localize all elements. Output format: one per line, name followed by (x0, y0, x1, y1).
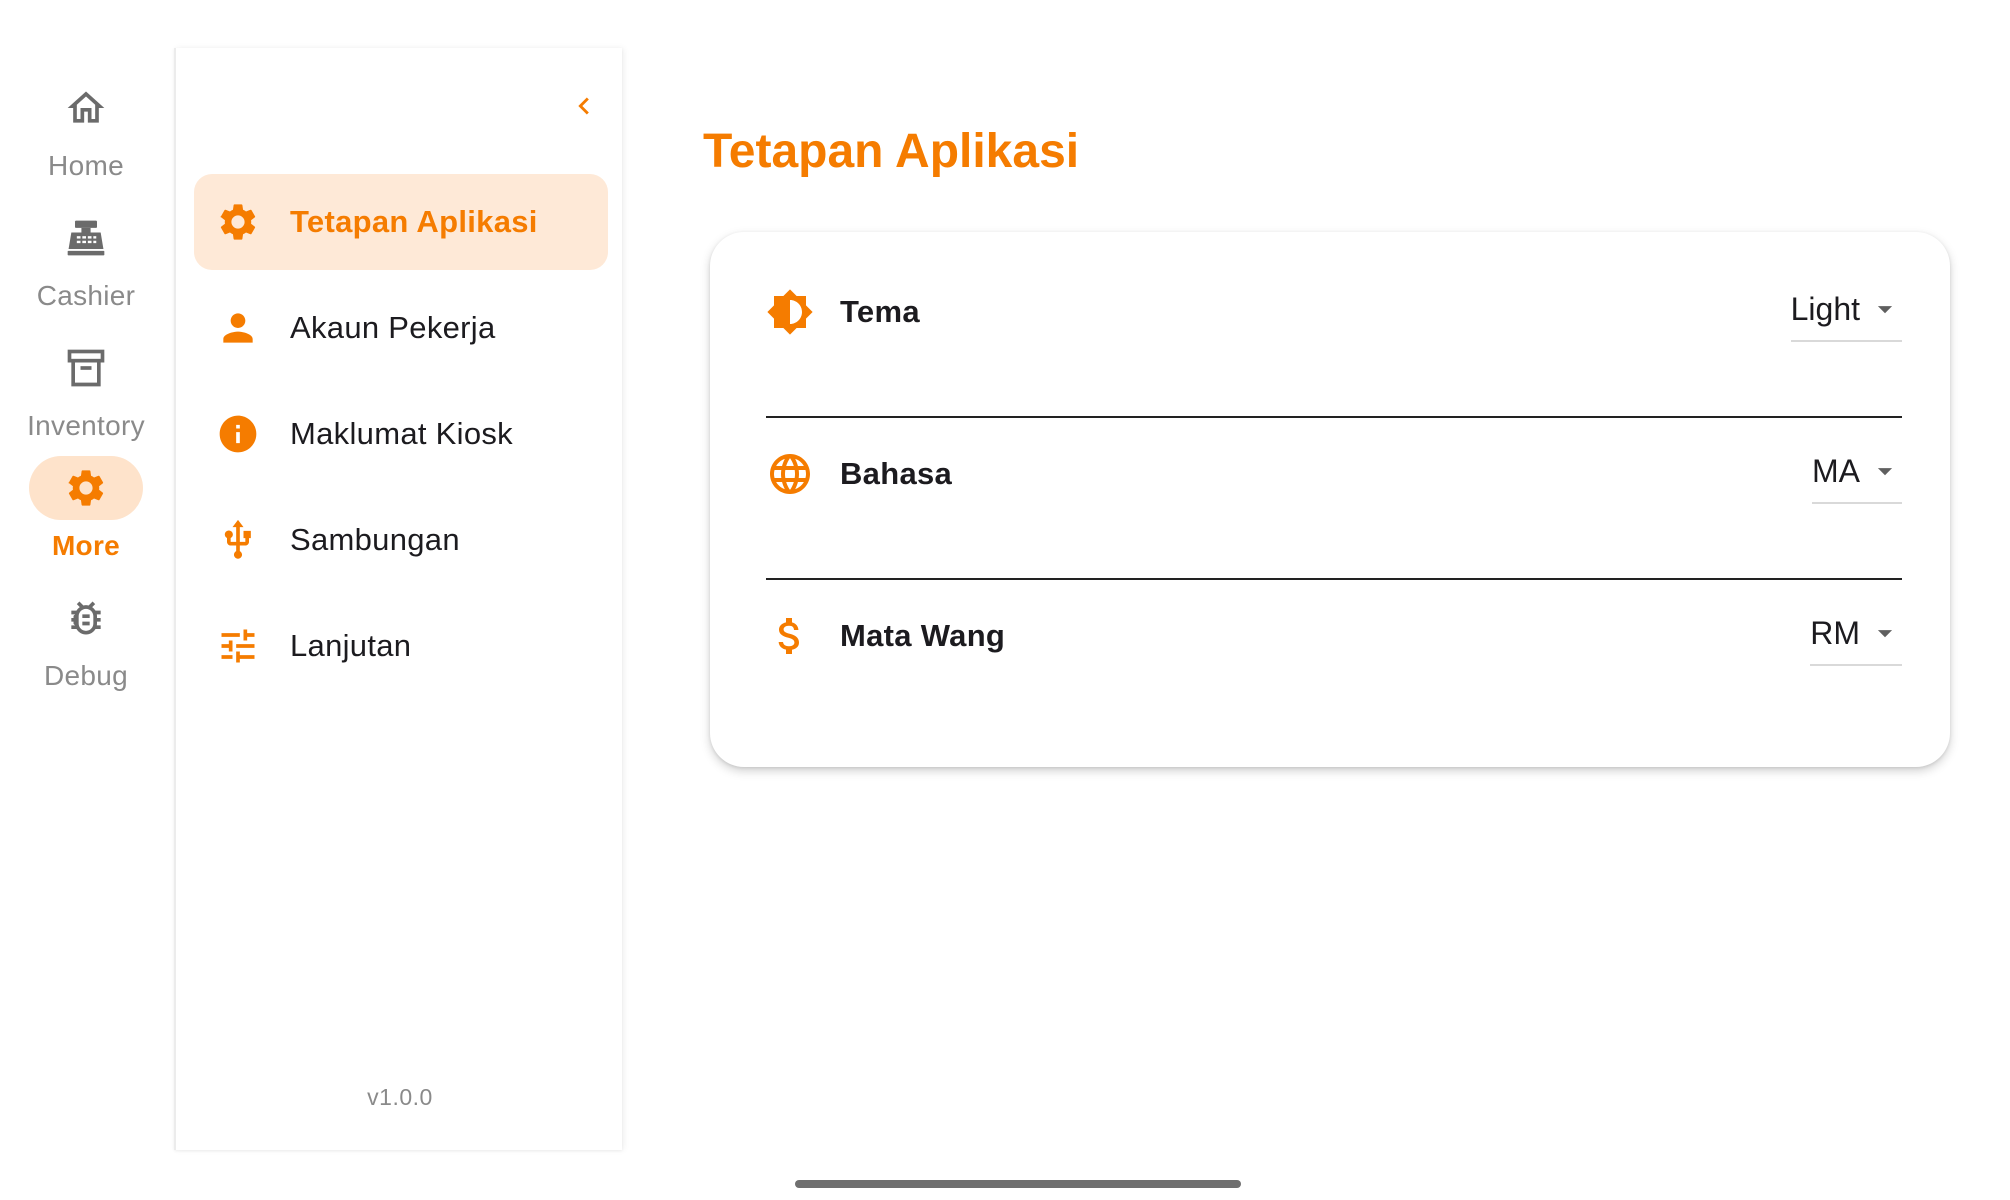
subnav-item-label: Akaun Pekerja (290, 310, 496, 345)
setting-row-bahasa: Bahasa MA (766, 394, 1902, 556)
subnav-item-tetapan-aplikasi[interactable]: Tetapan Aplikasi (194, 174, 608, 270)
chevron-left-icon (578, 97, 589, 115)
person-icon (223, 313, 253, 343)
rail-pill (29, 336, 143, 400)
rail-item-cashier[interactable]: Cashier (0, 206, 172, 330)
rail-item-debug[interactable]: Debug (0, 586, 172, 710)
icon-wrapper (216, 306, 260, 350)
setting-row-mata-wang: Mata Wang RM (766, 556, 1902, 718)
dollar-icon (778, 618, 799, 654)
rail-item-label: Inventory (27, 410, 145, 441)
icon-wrapper (216, 412, 260, 456)
rail-pill (29, 76, 143, 140)
setting-label: Tema (840, 294, 920, 329)
icon-wrapper (766, 612, 814, 660)
rail-item-label: Debug (43, 660, 128, 691)
page-title: Tetapan Aplikasi (703, 125, 1080, 178)
subnav-item-label: Tetapan Aplikasi (290, 204, 538, 239)
icon-wrapper (216, 200, 260, 244)
gear-icon (220, 204, 256, 240)
setting-row-tema: Tema Light (766, 232, 1902, 394)
icon-wrapper (216, 518, 260, 562)
dropdown-value: Light (1790, 290, 1860, 327)
subnav-item-lanjutan[interactable]: Lanjutan (194, 598, 608, 694)
icon-wrapper (766, 288, 814, 336)
caret-down-icon (1877, 306, 1893, 314)
version-label: v1.0.0 (367, 1084, 433, 1110)
navigation-rail: Home Cashier Inventory More Debug (0, 0, 172, 1150)
gear-icon (68, 470, 104, 506)
dropdown-value: RM (1810, 614, 1860, 651)
subnav-item-sambungan[interactable]: Sambungan (194, 492, 608, 588)
rail-item-label: More (51, 530, 121, 561)
currency-dropdown[interactable]: RM (1810, 606, 1902, 666)
subnav-item-label: Maklumat Kiosk (290, 416, 513, 451)
app-screen: Home Cashier Inventory More Debug Tetapa… (0, 0, 2010, 1200)
icon-wrapper (216, 624, 260, 668)
brightness-icon (767, 289, 813, 335)
caret-down-icon (1877, 468, 1893, 476)
globe-icon (770, 454, 810, 494)
info-icon (219, 415, 257, 453)
tune-sliders-icon (221, 629, 255, 663)
icon-wrapper (766, 450, 814, 498)
rail-pill-active (29, 456, 143, 520)
home-icon (67, 91, 105, 123)
rail-item-label: Cashier (36, 280, 136, 311)
cash-register-icon (67, 220, 105, 256)
theme-dropdown[interactable]: Light (1790, 282, 1902, 342)
subnav-item-akaun-pekerja[interactable]: Akaun Pekerja (194, 280, 608, 376)
subnav-item-label: Lanjutan (290, 628, 412, 663)
language-dropdown[interactable]: MA (1812, 444, 1902, 504)
caret-down-icon (1877, 630, 1893, 638)
settings-card: Tema Light Bahasa MA Mata Wang RM (710, 232, 1950, 767)
collapse-button[interactable] (556, 78, 612, 134)
rail-item-home[interactable]: Home (0, 76, 172, 200)
gesture-home-bar[interactable] (795, 1180, 1241, 1188)
rail-item-inventory[interactable]: Inventory (0, 336, 172, 460)
subnav-item-label: Sambungan (290, 522, 460, 557)
rail-pill (29, 206, 143, 270)
usb-icon (224, 519, 251, 559)
rail-item-more[interactable]: More (0, 456, 172, 580)
archive-box-icon (67, 349, 105, 387)
subnav-item-maklumat-kiosk[interactable]: Maklumat Kiosk (194, 386, 608, 482)
rail-item-label: Home (48, 150, 124, 181)
setting-label: Bahasa (840, 456, 953, 491)
dropdown-value: MA (1812, 452, 1860, 489)
settings-subnav: Tetapan Aplikasi Akaun Pekerja Maklumat … (174, 48, 622, 1150)
bug-icon (71, 601, 101, 635)
setting-label: Mata Wang (840, 618, 1006, 653)
rail-pill (29, 586, 143, 650)
